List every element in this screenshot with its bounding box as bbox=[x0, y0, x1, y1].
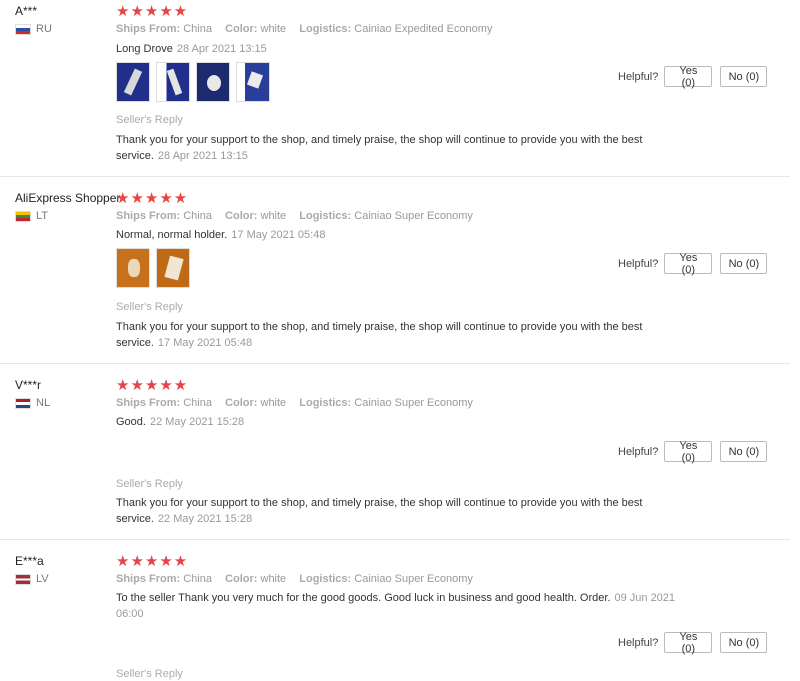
flag-lv-icon bbox=[15, 573, 31, 585]
country-code: LT bbox=[36, 210, 49, 222]
seller-reply-title: Seller's Reply bbox=[116, 114, 183, 126]
order-info: Ships From: China Color: white Logistics… bbox=[116, 397, 473, 409]
helpful-yes-button[interactable]: Yes (0) bbox=[664, 252, 713, 276]
seller-reply: Thank you for your support to the shop, … bbox=[116, 497, 643, 525]
seller-reply-title: Seller's Reply bbox=[116, 301, 183, 313]
reply-date: 17 May 2021 05:48 bbox=[157, 337, 253, 349]
reviewer-country: LV bbox=[15, 573, 49, 585]
helpful-no-button[interactable]: No (0) bbox=[720, 253, 768, 274]
review-text: Normal, normal holder. 17 May 2021 05:48 bbox=[116, 229, 326, 241]
helpful-yes-button[interactable]: Yes (0) bbox=[664, 440, 713, 464]
country-code: RU bbox=[36, 23, 52, 35]
review-divider bbox=[0, 539, 790, 540]
order-info: Ships From: China Color: white Logistics… bbox=[116, 23, 493, 35]
helpful-label: Helpful? bbox=[618, 636, 659, 649]
star-rating: ★★★★★ bbox=[116, 190, 189, 207]
helpful-no-button[interactable]: No (0) bbox=[720, 632, 768, 653]
review-photos bbox=[116, 248, 190, 288]
helpful-vote: Helpful? Yes (0) No (0) bbox=[618, 631, 768, 655]
review-date: 28 Apr 2021 13:15 bbox=[176, 43, 267, 55]
review-date: 22 May 2021 15:28 bbox=[149, 416, 245, 428]
reply-date: 28 Apr 2021 13:15 bbox=[157, 150, 248, 162]
flag-ru-icon bbox=[15, 23, 31, 35]
helpful-yes-button[interactable]: Yes (0) bbox=[664, 631, 713, 655]
seller-reply: Thank you for your support to the shop, … bbox=[116, 134, 643, 162]
flag-lt-icon bbox=[15, 210, 31, 222]
helpful-label: Helpful? bbox=[618, 70, 659, 83]
country-code: NL bbox=[36, 397, 51, 409]
review-date: 17 May 2021 05:48 bbox=[231, 229, 326, 241]
star-rating: ★★★★★ bbox=[116, 377, 189, 394]
review-photo-thumbnail[interactable] bbox=[196, 62, 230, 102]
review-text: Good. 22 May 2021 15:28 bbox=[116, 416, 245, 428]
star-rating: ★★★★★ bbox=[116, 3, 189, 20]
helpful-label: Helpful? bbox=[618, 257, 659, 270]
reviewer-name: V***r bbox=[15, 378, 42, 392]
review-photo-thumbnail[interactable] bbox=[116, 62, 150, 102]
reviewer-name: A*** bbox=[15, 4, 38, 18]
reviewer-name: AliExpress Shopper bbox=[15, 191, 121, 205]
country-code: LV bbox=[36, 573, 49, 585]
review-photo-thumbnail[interactable] bbox=[156, 248, 190, 288]
review-divider bbox=[0, 176, 790, 177]
helpful-vote: Helpful? Yes (0) No (0) bbox=[618, 252, 768, 276]
reply-date: 22 May 2021 15:28 bbox=[157, 513, 253, 525]
helpful-no-button[interactable]: No (0) bbox=[720, 66, 768, 87]
star-rating: ★★★★★ bbox=[116, 553, 189, 570]
review-text: Long Drove 28 Apr 2021 13:15 bbox=[116, 43, 267, 55]
review-divider bbox=[0, 363, 790, 364]
helpful-no-button[interactable]: No (0) bbox=[720, 441, 768, 462]
helpful-vote: Helpful? Yes (0) No (0) bbox=[618, 440, 768, 464]
seller-reply: Thank you for your support to the shop, … bbox=[116, 321, 643, 349]
review-photo-thumbnail[interactable] bbox=[156, 62, 190, 102]
reviewer-country: NL bbox=[15, 397, 50, 409]
review-photo-thumbnail[interactable] bbox=[236, 62, 270, 102]
order-info: Ships From: China Color: white Logistics… bbox=[116, 210, 473, 222]
order-info: Ships From: China Color: white Logistics… bbox=[116, 573, 473, 585]
review-photo-thumbnail[interactable] bbox=[116, 248, 150, 288]
helpful-yes-button[interactable]: Yes (0) bbox=[664, 65, 713, 89]
reviewer-country: RU bbox=[15, 23, 52, 35]
seller-reply-title: Seller's Reply bbox=[116, 668, 183, 680]
reviewer-country: LT bbox=[15, 210, 48, 222]
flag-nl-icon bbox=[15, 397, 31, 409]
helpful-vote: Helpful? Yes (0) No (0) bbox=[618, 65, 768, 89]
review-photos bbox=[116, 62, 270, 102]
seller-reply-title: Seller's Reply bbox=[116, 478, 183, 490]
reviewer-name: E***a bbox=[15, 554, 44, 568]
helpful-label: Helpful? bbox=[618, 445, 659, 458]
review-text: To the seller Thank you very much for th… bbox=[116, 592, 676, 620]
